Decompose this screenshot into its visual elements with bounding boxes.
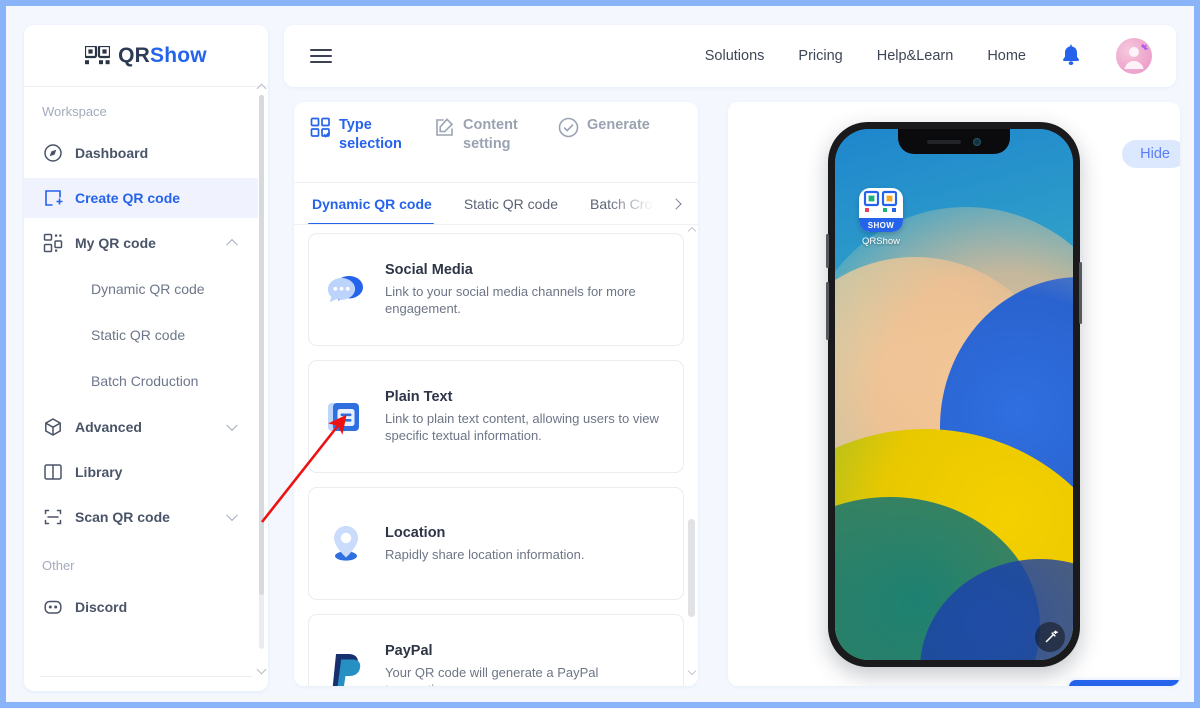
- step-label: Content setting: [463, 117, 518, 152]
- paypal-icon: [323, 648, 369, 686]
- tab-static-qr-code[interactable]: Static QR code: [448, 183, 574, 225]
- step-type-selection[interactable]: Type selection: [310, 116, 434, 182]
- sidebar-item-dashboard[interactable]: Dashboard: [24, 133, 258, 173]
- topnav-link-help-learn[interactable]: Help&Learn: [877, 48, 954, 64]
- tabs-next-button[interactable]: [654, 183, 698, 224]
- phone-side-button: [1079, 262, 1082, 324]
- app-frame: QRShow Workspace Dashboard Create QR cod…: [6, 6, 1194, 702]
- chevron-down-icon[interactable]: [226, 509, 238, 522]
- sidebar-item-label: Library: [75, 464, 123, 480]
- sidebar-item-discord[interactable]: Discord: [24, 587, 258, 627]
- card-social-media[interactable]: Social Media Link to your social media c…: [308, 233, 684, 346]
- phone-screen: SHOW QRShow: [835, 129, 1073, 660]
- edit-square-icon: [434, 117, 455, 138]
- hide-preview-button[interactable]: Hide: [1122, 140, 1180, 168]
- sidebar-item-my-qr-code[interactable]: My QR code: [24, 223, 258, 263]
- chevron-down-icon[interactable]: [226, 419, 238, 432]
- step-content-setting[interactable]: Content setting: [434, 116, 558, 182]
- add-square-icon: [42, 187, 64, 209]
- step-indicator: Type selection Content setting Generate: [294, 102, 698, 182]
- card-title: Plain Text: [385, 389, 453, 405]
- card-description: Link to plain text content, allowing use…: [385, 411, 659, 443]
- book-icon: [42, 461, 64, 483]
- scan-icon: [42, 506, 64, 528]
- cards-scrollbar-thumb[interactable]: [688, 519, 695, 617]
- sidebar-item-scan-qr-code[interactable]: Scan QR code: [24, 497, 258, 537]
- top-navigation: Solutions Pricing Help&Learn Home: [705, 38, 1152, 74]
- qr-type-card-list: Social Media Link to your social media c…: [294, 225, 698, 686]
- hamburger-icon[interactable]: [310, 45, 332, 67]
- notification-bell-icon[interactable]: [1060, 44, 1082, 68]
- card-plain-text[interactable]: Plain Text Link to plain text content, a…: [308, 360, 684, 473]
- sidebar-item-advanced[interactable]: Advanced: [24, 407, 258, 447]
- brand-name: QRShow: [118, 43, 207, 67]
- card-location[interactable]: Location Rapidly share location informat…: [308, 487, 684, 600]
- card-description: Rapidly share location information.: [385, 546, 585, 562]
- app-shortcut-label: QRShow: [861, 236, 900, 247]
- sidebar-item-batch-production[interactable]: Batch Croduction: [24, 361, 258, 401]
- sidebar-item-label: Scan QR code: [75, 509, 170, 525]
- sidebar-group-workspace: Workspace: [42, 104, 107, 119]
- feedback-button[interactable]: Feedback: [1069, 680, 1180, 686]
- phone-preview-panel: Hide SHOW QRShow: [728, 102, 1180, 686]
- sidebar-scrollbar-thumb[interactable]: [259, 95, 264, 595]
- sidebar-item-static-qr-code[interactable]: Static QR code: [24, 315, 258, 355]
- sidebar-item-create-qr-code[interactable]: Create QR code: [24, 178, 258, 218]
- card-title: PayPal: [385, 643, 433, 659]
- phone-notch: [898, 129, 1010, 154]
- card-description: Link to your social media channels for m…: [385, 284, 636, 316]
- front-camera-icon: [973, 137, 981, 146]
- document-text-icon: [323, 394, 369, 440]
- sidebar-scroll-down-arrow[interactable]: [256, 664, 267, 675]
- cube-icon: [42, 416, 64, 438]
- check-circle-icon: [558, 117, 579, 138]
- sidebar: QRShow Workspace Dashboard Create QR cod…: [24, 25, 268, 691]
- card-title: Social Media: [385, 262, 473, 278]
- chevron-up-icon[interactable]: [226, 238, 238, 251]
- sidebar-item-library[interactable]: Library: [24, 452, 258, 492]
- speaker-icon: [927, 139, 961, 144]
- discord-icon: [42, 596, 64, 618]
- topbar: Solutions Pricing Help&Learn Home: [284, 25, 1176, 87]
- topnav-link-pricing[interactable]: Pricing: [798, 48, 842, 64]
- step-label: Generate: [587, 117, 650, 133]
- chat-bubbles-icon: [323, 267, 369, 313]
- sidebar-divider: [40, 676, 252, 677]
- app-shortcut-qrshow[interactable]: SHOW QRShow: [859, 188, 903, 247]
- qr-logo-icon: [84, 44, 112, 65]
- tab-dynamic-qr-code[interactable]: Dynamic QR code: [294, 183, 448, 225]
- type-selection-panel: Type selection Content setting Generate: [294, 102, 698, 686]
- qr-type-tabs: Dynamic QR code Static QR code Batch Cro…: [294, 183, 698, 225]
- qr-grid-icon: [42, 232, 64, 254]
- topnav-link-solutions[interactable]: Solutions: [705, 48, 765, 64]
- card-description: Your QR code will generate a PayPal tran…: [385, 665, 599, 686]
- card-title: Location: [385, 524, 446, 541]
- magic-wand-icon[interactable]: [1035, 622, 1065, 652]
- sidebar-item-dynamic-qr-code[interactable]: Dynamic QR code: [24, 269, 258, 309]
- chevron-right-icon: [670, 197, 682, 210]
- sidebar-item-label: Advanced: [75, 419, 142, 435]
- step-label: Type selection: [339, 117, 402, 152]
- sidebar-item-label: Create QR code: [75, 190, 181, 206]
- sidebar-group-other: Other: [42, 558, 75, 573]
- qrshow-app-icon: SHOW: [859, 188, 903, 232]
- card-paypal[interactable]: PayPal Your QR code will generate a PayP…: [308, 614, 684, 686]
- compass-icon: [42, 142, 64, 164]
- user-avatar[interactable]: [1116, 38, 1152, 74]
- step-generate[interactable]: Generate: [558, 116, 682, 182]
- map-pin-icon: [323, 521, 369, 567]
- sidebar-nav: Workspace Dashboard Create QR code My QR…: [24, 88, 268, 663]
- brand-logo[interactable]: QRShow: [24, 25, 268, 87]
- topnav-link-home[interactable]: Home: [987, 48, 1026, 64]
- phone-mockup: SHOW QRShow: [826, 122, 1082, 667]
- sidebar-item-label: Discord: [75, 599, 128, 615]
- sidebar-item-label: Dashboard: [75, 145, 149, 161]
- grid-select-icon: [310, 117, 331, 138]
- sidebar-item-label: My QR code: [75, 235, 156, 251]
- app-icon-label: SHOW: [859, 218, 903, 232]
